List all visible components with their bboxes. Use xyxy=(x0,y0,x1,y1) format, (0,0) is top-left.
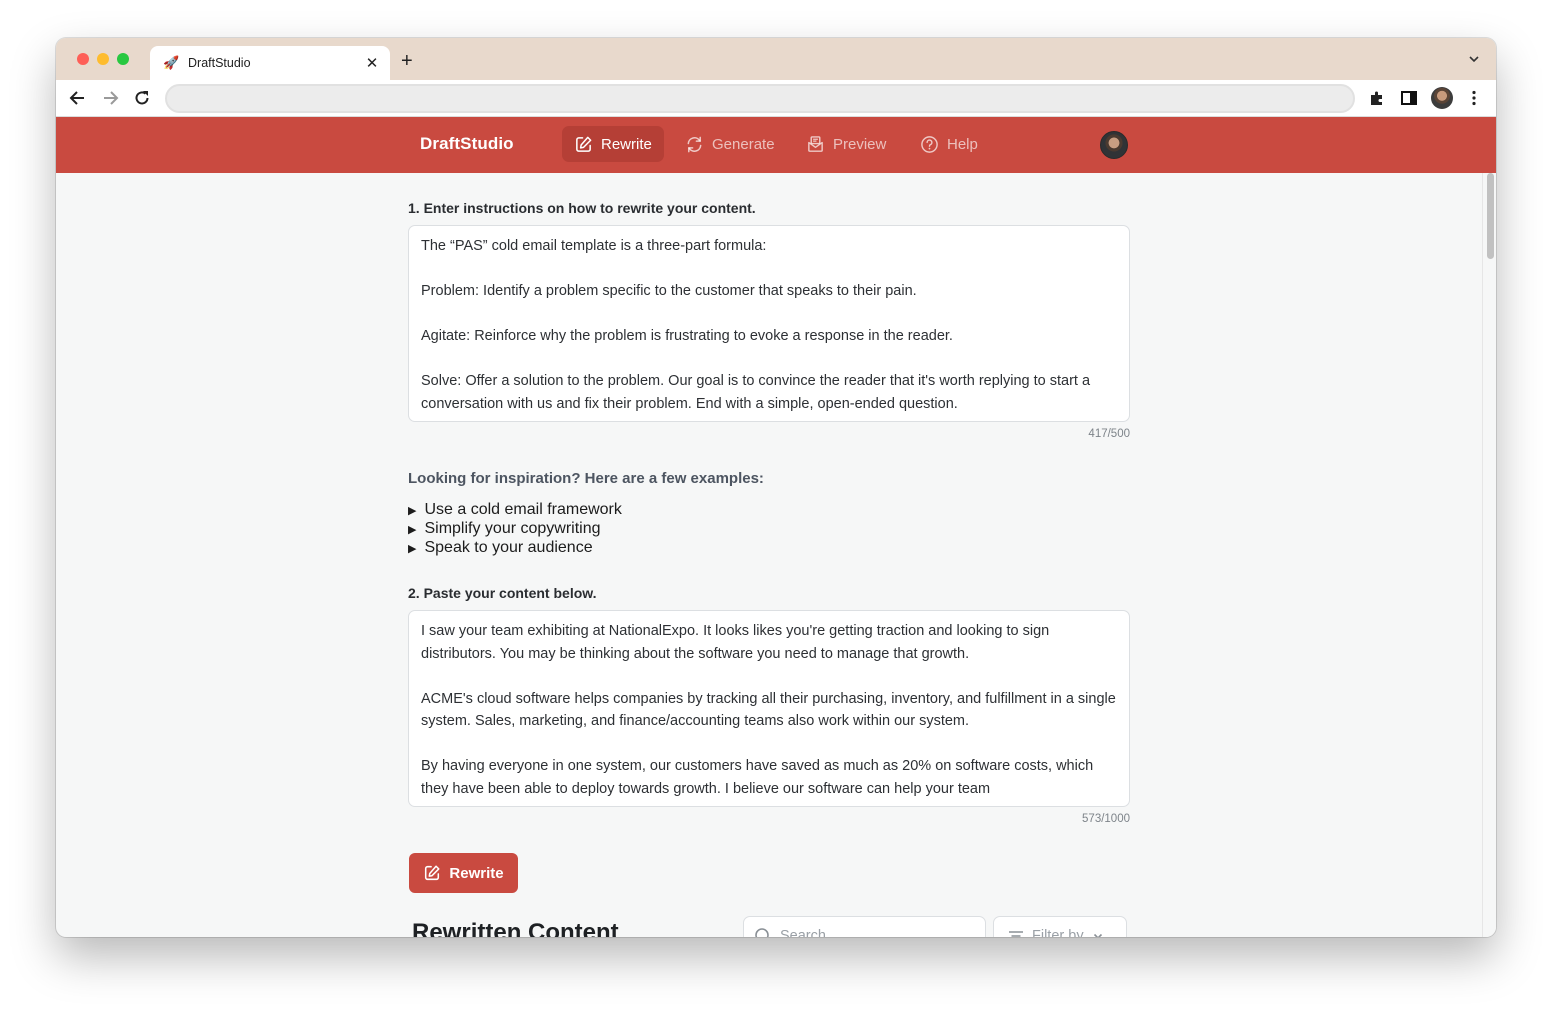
nav-preview-label: Preview xyxy=(833,135,887,153)
minimize-window-button[interactable] xyxy=(97,53,109,65)
example-item[interactable]: ▶ Speak to your audience xyxy=(408,539,593,557)
scrollbar-thumb[interactable] xyxy=(1487,173,1494,259)
nav-help-label: Help xyxy=(947,135,978,153)
search-input[interactable]: Search xyxy=(743,916,986,937)
chevron-down-icon[interactable] xyxy=(1468,53,1480,65)
help-circle-icon xyxy=(921,135,938,153)
rewrite-button[interactable]: Rewrite xyxy=(409,853,518,893)
reload-icon[interactable] xyxy=(132,88,152,108)
nav-preview[interactable]: Preview xyxy=(794,126,898,162)
example-label: Speak to your audience xyxy=(424,539,593,556)
rocket-icon: 🚀 xyxy=(163,55,180,70)
step1-label: 1. Enter instructions on how to rewrite … xyxy=(408,200,756,216)
content-textarea[interactable]: I saw your team exhibiting at NationalEx… xyxy=(408,610,1130,807)
new-tab-button[interactable]: + xyxy=(401,51,413,71)
maximize-window-button[interactable] xyxy=(117,53,129,65)
extensions-puzzle-icon[interactable] xyxy=(1368,89,1386,107)
chevron-down-icon xyxy=(1093,933,1102,937)
tab-strip: 🚀 DraftStudio ✕ + xyxy=(56,38,1496,80)
close-window-button[interactable] xyxy=(77,53,89,65)
browser-tab[interactable]: 🚀 DraftStudio ✕ xyxy=(150,46,390,80)
disclosure-triangle-icon: ▶ xyxy=(408,523,417,536)
more-vert-icon[interactable] xyxy=(1465,89,1483,107)
side-panel-icon[interactable] xyxy=(1400,89,1418,107)
step2-label: 2. Paste your content below. xyxy=(408,585,597,601)
content-char-counter: 573/1000 xyxy=(1082,813,1130,825)
nav-generate[interactable]: Generate xyxy=(673,126,787,162)
filter-label: Filter by xyxy=(1032,928,1084,937)
example-label: Simplify your copywriting xyxy=(424,520,601,537)
filter-dropdown[interactable]: Filter by xyxy=(993,916,1127,937)
inspiration-heading: Looking for inspiration? Here are a few … xyxy=(408,470,764,487)
edit-icon xyxy=(425,865,440,881)
example-item[interactable]: ▶ Use a cold email framework xyxy=(408,501,622,519)
user-avatar[interactable] xyxy=(1100,131,1128,159)
instructions-char-counter: 417/500 xyxy=(1088,428,1130,440)
app-header: DraftStudio Rewrite Generate Preview Hel… xyxy=(56,117,1496,173)
address-bar[interactable] xyxy=(165,84,1355,113)
browser-toolbar xyxy=(56,80,1496,117)
filter-lines-icon xyxy=(1009,931,1023,937)
refresh-icon xyxy=(687,136,702,152)
close-tab-icon[interactable]: ✕ xyxy=(364,54,380,72)
disclosure-triangle-icon: ▶ xyxy=(408,542,417,555)
nav-rewrite-label: Rewrite xyxy=(601,135,652,153)
edit-icon xyxy=(576,136,592,152)
nav-generate-label: Generate xyxy=(712,135,775,153)
rewritten-content-heading: Rewritten Content xyxy=(412,919,619,937)
nav-help[interactable]: Help xyxy=(908,126,990,162)
browser-window: 🚀 DraftStudio ✕ + DraftStudio Rewrite Ge… xyxy=(56,38,1496,937)
page-scrollbar[interactable] xyxy=(1482,173,1496,937)
instructions-textarea[interactable]: The “PAS” cold email template is a three… xyxy=(408,225,1130,422)
example-item[interactable]: ▶ Simplify your copywriting xyxy=(408,520,601,538)
back-arrow-icon[interactable] xyxy=(68,88,88,108)
example-label: Use a cold email framework xyxy=(424,501,622,518)
search-icon xyxy=(755,928,769,937)
profile-avatar[interactable] xyxy=(1431,87,1453,109)
disclosure-triangle-icon: ▶ xyxy=(408,504,417,517)
mail-preview-icon xyxy=(808,135,823,152)
nav-rewrite[interactable]: Rewrite xyxy=(562,126,664,162)
rewrite-button-label: Rewrite xyxy=(449,864,504,882)
tab-title: DraftStudio xyxy=(188,56,251,70)
brand-logo[interactable]: DraftStudio xyxy=(420,134,514,154)
search-placeholder: Search xyxy=(780,928,826,937)
main-content: 1. Enter instructions on how to rewrite … xyxy=(56,173,1482,937)
forward-arrow-icon[interactable] xyxy=(100,88,120,108)
